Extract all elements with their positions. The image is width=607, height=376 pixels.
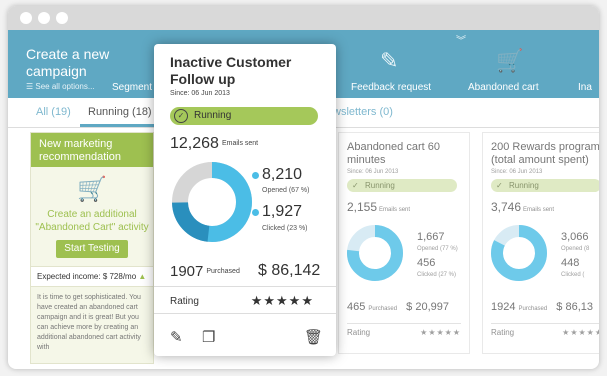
popup-title: Inactive Customer Follow up	[170, 54, 292, 87]
feedback-badge-icon: ✎	[380, 48, 399, 73]
card-sent-value: 3,746	[491, 200, 522, 214]
popup-actions: ✎ ❐ 🗑	[154, 320, 336, 354]
edit-icon[interactable]: ✎	[170, 328, 183, 346]
card-sent-value: 2,155	[347, 200, 378, 214]
card-clicked-value: 456	[417, 257, 436, 269]
toolbar-item-segment[interactable]: Segment	[112, 82, 152, 93]
card-rating-label: Rating	[491, 328, 515, 337]
tab-newsletters[interactable]: wsletters (0)	[333, 106, 393, 118]
see-all-options-link[interactable]: ☰ See all options...	[26, 82, 95, 91]
cart-icon: 🛒	[496, 48, 524, 73]
recommendation-text: Create an additional "Abandoned Cart" ac…	[35, 209, 149, 233]
card-clicked-value: 448	[561, 257, 580, 269]
card-purchased-label: Purchased	[368, 306, 398, 312]
card-opened-label: Opened (77 %)	[417, 246, 458, 252]
card-amount: $ 20,997	[406, 301, 449, 313]
start-testing-button[interactable]: Start Testing	[56, 240, 128, 258]
window-maximize-dot[interactable]	[56, 12, 68, 24]
toolbar-item-feedback[interactable]: Feedback request	[351, 82, 431, 93]
clicked-legend-dot	[252, 209, 259, 216]
status-badge: Running	[491, 179, 599, 192]
tab-all[interactable]: All (19)	[36, 106, 71, 118]
card-emails-sent: 3,746 Emails sent	[483, 192, 599, 214]
clicked-value: 1,927	[262, 203, 303, 220]
toolbar-item-inactive[interactable]: Ina	[578, 82, 592, 93]
opened-value: 8,210	[262, 166, 303, 183]
card-opened-value: 3,066	[561, 231, 589, 243]
status-text: Running	[194, 110, 232, 121]
recommendation-body: It is time to get sophisticated. You hav…	[37, 294, 141, 351]
campaign-card[interactable]: Abandoned cart 60 minutes Since: 06 Jun …	[338, 132, 470, 354]
popup-since: Since: 06 Jun 2013	[170, 90, 230, 97]
card-opened-label: Opened (8	[561, 246, 590, 252]
star-rating-icon[interactable]: ★★★★★	[251, 293, 314, 309]
revenue-amount: $ 86,142	[258, 262, 321, 279]
card-sent-label: Emails sent	[523, 207, 555, 213]
card-purchased-value: 465	[347, 301, 366, 313]
card-title: 200 Rewards program (total amount spent)	[491, 141, 599, 166]
cart-icon: 🛒	[77, 176, 107, 203]
window-close-dot[interactable]	[20, 12, 32, 24]
tab-running[interactable]: Running (18)	[80, 106, 160, 127]
card-since: Since: 06 Jun 2013	[491, 169, 543, 175]
rating-row: Rating ★★★★★	[154, 286, 336, 314]
card-opened-value: 1,667	[417, 231, 445, 243]
toolbar-item-abandoned-cart[interactable]: Abandoned cart	[468, 82, 539, 93]
popup-donut-chart	[172, 162, 252, 242]
opened-legend-dot	[252, 172, 259, 179]
campaign-popup: Inactive Customer Follow up Since: 06 Ju…	[154, 44, 336, 356]
emails-sent-label: Emails sent	[221, 140, 259, 147]
emails-sent: 12,268 Emails sent	[170, 135, 258, 153]
opened-label: Opened (67 %)	[262, 187, 310, 194]
trend-up-icon: ▲	[138, 272, 147, 281]
expected-income: Expected income: $ 728/mo ▲	[31, 266, 153, 287]
card-clicked-label: Clicked (27 %)	[417, 272, 457, 278]
card-purchased-label: Purchased	[518, 306, 548, 312]
status-badge: ✓ Running	[170, 107, 318, 125]
card-clicked-label: Clicked (	[561, 272, 585, 278]
card-emails-sent: 2,155 Emails sent	[339, 192, 469, 214]
star-rating-icon[interactable]: ★★★★★	[562, 328, 599, 337]
card-since: Since: 06 Jun 2013	[347, 169, 399, 175]
campaign-card[interactable]: 200 Rewards program (total amount spent)…	[482, 132, 599, 354]
status-badge: Running	[347, 179, 457, 192]
recommendation-title: New marketing recommendation	[31, 133, 153, 167]
check-circle-icon: ✓	[174, 109, 188, 123]
card-purchases: 1924 Purchased $ 86,13	[491, 301, 593, 313]
expected-income-text: Expected income: $ 728/mo	[37, 272, 137, 281]
recommendation-card: New marketing recommendation 🛒 Create an…	[30, 132, 154, 364]
card-title: Abandoned cart 60 minutes	[347, 141, 440, 166]
purchased-value: 1907	[170, 263, 204, 280]
card-rating: Rating ★★★★★	[491, 323, 599, 337]
trash-icon[interactable]: 🗑	[304, 328, 323, 346]
card-sent-label: Emails sent	[379, 207, 411, 213]
window-minimize-dot[interactable]	[38, 12, 50, 24]
card-amount: $ 86,13	[556, 301, 593, 313]
card-rating-label: Rating	[347, 328, 371, 337]
card-donut-chart	[491, 225, 547, 281]
rating-label: Rating	[170, 296, 199, 307]
purchased-label: Purchased	[206, 268, 240, 275]
purchased: 1907 Purchased	[170, 263, 240, 280]
clicked-label: Clicked (23 %)	[262, 225, 308, 232]
card-rating: Rating ★★★★★	[347, 323, 461, 337]
card-purchases: 465 Purchased $ 20,997	[347, 301, 449, 313]
window-chrome	[8, 6, 599, 30]
star-rating-icon[interactable]: ★★★★★	[420, 328, 461, 337]
emails-sent-value: 12,268	[170, 135, 219, 152]
card-donut-chart	[347, 225, 403, 281]
duplicate-icon[interactable]: ❐	[202, 328, 215, 346]
toolbar-title: Create a new campaign	[26, 46, 110, 79]
card-purchased-value: 1924	[491, 301, 516, 313]
chevron-down-icon[interactable]: ︾	[456, 32, 466, 47]
